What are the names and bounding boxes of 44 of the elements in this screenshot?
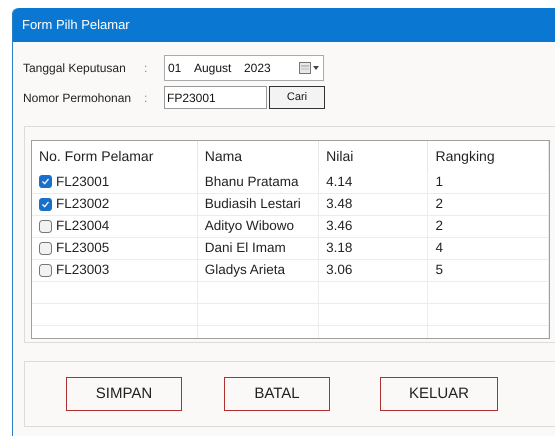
table-cell-text: FL23003	[56, 260, 110, 279]
table-cell-text: FL23005	[56, 238, 110, 257]
table-cell: 4	[428, 237, 548, 259]
colon: :	[143, 60, 148, 77]
table-cell: 5	[428, 259, 548, 281]
field-label: Tanggal Keputusan	[23, 60, 127, 77]
date-part: August	[194, 60, 232, 77]
column-header[interactable]: Nama	[197, 141, 319, 171]
calendar-dropdown-icon[interactable]	[299, 62, 321, 74]
table-cell: 3.48	[318, 193, 428, 215]
search-button[interactable]: Cari	[269, 86, 325, 109]
table-cell-text: FL23001	[56, 172, 110, 191]
table-cell: 3.46	[318, 215, 428, 237]
table-cell: Adityo Wibowo	[197, 215, 319, 237]
table-cell: Budiasih Lestari	[197, 193, 319, 215]
column-header[interactable]: Nilai	[318, 141, 428, 171]
table-cell: Gladys Arieta	[197, 259, 319, 281]
date-part: 01	[168, 60, 182, 77]
table-cell: 2	[428, 193, 548, 215]
table-cell: 3.18	[318, 237, 428, 259]
column-header[interactable]: Rangking	[428, 141, 548, 171]
input-field[interactable]: FP23001	[164, 86, 267, 109]
field-label: Nomor Permohonan	[23, 90, 132, 106]
date-picker[interactable]: 01 August 2023	[164, 55, 324, 81]
window-title: Form Pilh Pelamar	[22, 16, 130, 34]
table-cell-text: FL23002	[56, 194, 110, 213]
action-button[interactable]: SIMPAN	[66, 377, 182, 411]
checkbox[interactable]	[39, 175, 52, 188]
action-button[interactable]: KELUAR	[380, 377, 498, 411]
action-button[interactable]: BATAL	[224, 377, 330, 411]
table-cell: Dani El Imam	[197, 237, 319, 259]
checkbox[interactable]	[39, 220, 52, 232]
table-cell: 2	[428, 215, 548, 237]
checkbox[interactable]	[39, 198, 52, 210]
column-header[interactable]: No. Form Pelamar	[32, 141, 198, 171]
table-cell: Bhanu Pratama	[197, 171, 319, 193]
table-cell: 1	[428, 171, 548, 193]
checkbox[interactable]	[39, 242, 52, 254]
colon: :	[143, 90, 148, 106]
date-part: 2023	[244, 60, 272, 77]
checkbox[interactable]	[39, 264, 52, 276]
table-cell: 4.14	[318, 171, 428, 193]
table-cell: 3.06	[318, 259, 428, 281]
table-cell-text: FL23004	[56, 216, 110, 235]
